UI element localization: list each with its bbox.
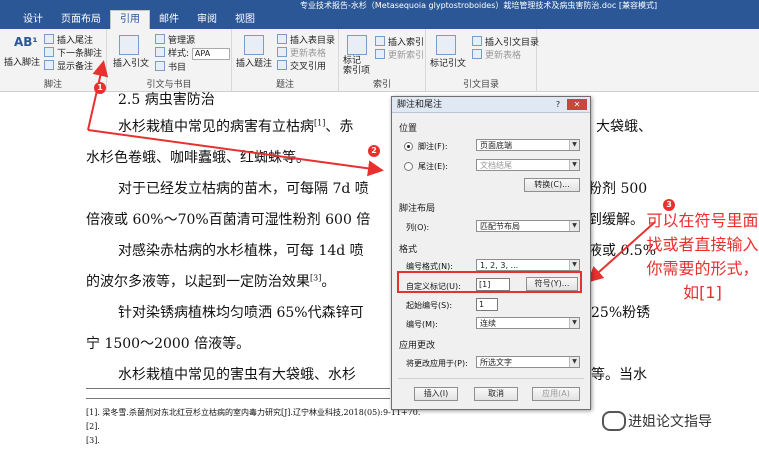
apply-to-select[interactable]: 所选文字 ▼: [476, 356, 580, 368]
annotation-note: 可以在符号里面找或者直接输入你需要的形式，如[1]: [646, 211, 759, 302]
numbering-label: 编号(M):: [406, 320, 438, 329]
arrow-1: [87, 60, 109, 131]
divider: [398, 378, 584, 379]
chevron-down-icon: ▼: [569, 160, 579, 170]
start-at-input[interactable]: 1: [476, 298, 498, 311]
cancel-button[interactable]: 取消: [474, 387, 518, 401]
columns-select[interactable]: 匹配节布局 ▼: [476, 220, 580, 232]
chevron-down-icon: ▼: [569, 357, 579, 367]
endnote-label: 尾注(E):: [418, 162, 448, 171]
chevron-down-icon: ▼: [569, 221, 579, 231]
highlight-box: [397, 271, 582, 293]
apply-section-label: 应用更改: [399, 341, 436, 351]
marker-2: 2: [368, 145, 380, 157]
apply-button[interactable]: 应用(A): [532, 387, 580, 401]
chevron-down-icon: ▼: [569, 318, 579, 328]
chevron-down-icon: ▼: [569, 140, 579, 150]
convert-button[interactable]: 转换(C)...: [524, 178, 580, 192]
endnote-position-select[interactable]: 文档结尾 ▼: [476, 159, 580, 171]
footnote-label: 脚注(F):: [418, 142, 448, 151]
footnote-position-select[interactable]: 页面底端 ▼: [476, 139, 580, 151]
format-section-label: 格式: [399, 245, 418, 255]
footnote-endnote-dialog: 脚注和尾注 ? ✕ 位置 脚注(F): 页面底端 ▼ 尾注(E): 文档结尾 ▼ 转…: [391, 96, 591, 410]
watermark-text: 进姐论文指导: [628, 414, 712, 430]
insert-button[interactable]: 插入(I): [414, 387, 458, 401]
start-at-label: 起始编号(S):: [406, 301, 453, 310]
help-button[interactable]: ?: [552, 99, 564, 110]
endnote-radio[interactable]: [404, 162, 413, 171]
marker-1: 1: [94, 82, 106, 94]
columns-label: 列(O):: [406, 223, 430, 232]
footnote-radio[interactable]: [404, 142, 413, 151]
close-button[interactable]: ✕: [567, 99, 587, 110]
layout-section-label: 脚注布局: [399, 204, 436, 214]
wechat-icon: [602, 411, 626, 431]
apply-to-label: 将更改应用于(P):: [406, 359, 468, 368]
number-format-select[interactable]: 1, 2, 3, ... ▼: [476, 259, 580, 271]
dialog-title: 脚注和尾注: [397, 100, 443, 110]
numbering-select[interactable]: 连续 ▼: [476, 317, 580, 329]
arrow-2: [87, 129, 384, 177]
chevron-down-icon: ▼: [569, 260, 579, 270]
position-section-label: 位置: [399, 124, 418, 134]
